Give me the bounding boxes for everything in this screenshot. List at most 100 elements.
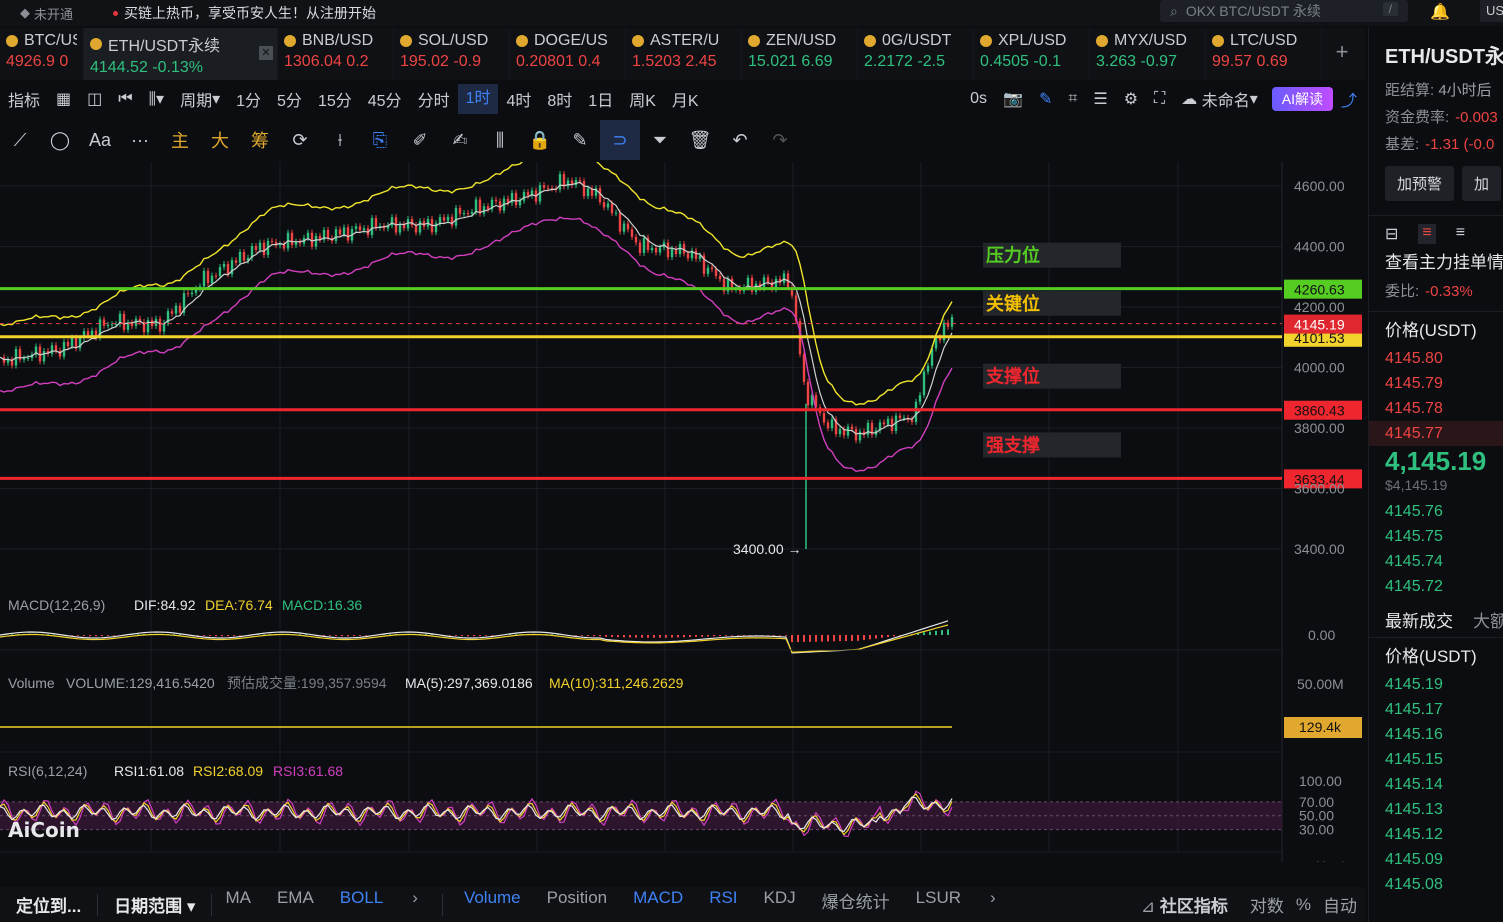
bell-icon[interactable]: 🔔	[1430, 2, 1450, 22]
ruler-icon[interactable]: ✐	[400, 130, 440, 151]
large-order-button[interactable]: 大	[200, 127, 240, 153]
chips-button[interactable]: 筹	[240, 127, 280, 153]
interval-option[interactable]: 1时	[457, 84, 499, 114]
price-row[interactable]: 4145.80	[1369, 346, 1503, 371]
chevron-right-icon[interactable]: ›	[974, 888, 1012, 922]
rewind-icon[interactable]: ⏮	[110, 90, 140, 108]
undo-icon[interactable]: ↶	[720, 130, 760, 151]
price-chart[interactable]: 压力位4260.63关键位4101.53支撑位3860.43强支撑3633.44…	[0, 162, 1365, 862]
ticker-tab[interactable]: BNB/USD 1306.04 0.2	[278, 28, 394, 80]
interval-option[interactable]: 1日	[580, 84, 621, 114]
date-range-dropdown[interactable]: 日期范围 ▾	[98, 892, 211, 917]
share-icon[interactable]: ⤴	[1333, 87, 1365, 111]
settings-icon[interactable]: ⚙	[1116, 89, 1146, 109]
candles-icon[interactable]: ⫼	[480, 130, 520, 151]
indicator-shortcut[interactable]: KDJ	[751, 888, 809, 922]
auto-scale-toggle[interactable]: 自动	[1317, 892, 1365, 917]
price-row[interactable]: 4145.09	[1369, 847, 1503, 872]
indicator-shortcut[interactable]: LSUR	[903, 888, 974, 922]
brush-icon[interactable]: ✍	[440, 130, 480, 151]
price-row[interactable]: 4145.75	[1369, 524, 1503, 549]
chart-type-icon[interactable]: ⫼▾	[141, 89, 172, 109]
interval-option[interactable]: 5分	[269, 84, 310, 114]
pen-icon[interactable]: ✎	[1031, 89, 1060, 109]
price-row[interactable]: 4145.14	[1369, 772, 1503, 797]
ticker-tab[interactable]: ASTER/U 1.5203 2.45	[626, 28, 742, 80]
list-icon[interactable]: ☰	[1085, 89, 1115, 109]
interval-option[interactable]: 15分	[310, 84, 360, 114]
bookmark-icon[interactable]: ⎘	[360, 130, 400, 151]
interval-option[interactable]: 1分	[228, 84, 269, 114]
indicator-shortcut[interactable]: MA	[212, 888, 264, 922]
add-tab-icon[interactable]: +	[1322, 28, 1362, 80]
price-row[interactable]: 4145.72	[1369, 574, 1503, 599]
chevron-right-icon[interactable]: ›	[396, 888, 434, 922]
price-row[interactable]: 4145.16	[1369, 722, 1503, 747]
locate-button[interactable]: 定位到...	[0, 892, 97, 917]
calendar-icon[interactable]: ▦	[48, 89, 79, 109]
price-row[interactable]: 4145.76	[1369, 499, 1503, 524]
region-selector[interactable]: US	[1480, 0, 1503, 22]
ticker-tab[interactable]: BTC/USD 4926.9 0	[0, 28, 84, 80]
book-sell-icon[interactable]: ≡	[1456, 224, 1465, 244]
trades-tab[interactable]: 最新成交	[1369, 607, 1453, 637]
note-icon[interactable]: ✎	[560, 130, 600, 151]
book-both-icon[interactable]: ⊟	[1385, 224, 1398, 244]
add-button[interactable]: 加	[1462, 166, 1502, 201]
indicator-shortcut[interactable]: Position	[534, 888, 620, 922]
price-row[interactable]: 4145.15	[1369, 747, 1503, 772]
ticker-tab[interactable]: LTC/USD 99.57 0.69	[1206, 28, 1322, 80]
indicator-shortcut[interactable]: RSI	[696, 888, 750, 922]
interval-option[interactable]: 4时	[498, 84, 539, 114]
price-row[interactable]: 4145.79	[1369, 371, 1503, 396]
interval-option[interactable]: 周K	[621, 84, 664, 114]
book-buy-icon[interactable]: ≡	[1418, 224, 1436, 244]
period-dropdown[interactable]: 周期 ▾	[172, 87, 228, 111]
price-row[interactable]: 4145.17	[1369, 697, 1503, 722]
indicators-button[interactable]: 指标	[0, 87, 48, 111]
ai-analysis-button[interactable]: AI解读	[1271, 87, 1333, 111]
indicator-shortcut[interactable]: Volume	[451, 888, 534, 922]
large-trades-tab[interactable]: 大额	[1473, 607, 1503, 637]
compare-icon[interactable]: ◫	[79, 89, 110, 109]
more-tools-button[interactable]: ···	[120, 130, 160, 151]
fullscreen-icon[interactable]: ⛶	[1146, 90, 1173, 108]
text-tool-button[interactable]: Aa	[80, 130, 120, 151]
indicator-shortcut[interactable]: MACD	[620, 888, 696, 922]
interval-option[interactable]: 月K	[664, 84, 707, 114]
interval-option[interactable]: 分时	[410, 84, 458, 114]
refresh-tool-icon[interactable]: ⟳	[280, 130, 320, 151]
price-row[interactable]: 4145.08	[1369, 872, 1503, 897]
ticker-tab[interactable]: XPL/USD 0.4505 -0.1	[974, 28, 1090, 80]
ticker-tab[interactable]: DOGE/US 0.20801 0.4	[510, 28, 626, 80]
price-row[interactable]: 4145.74	[1369, 549, 1503, 574]
ticker-tab[interactable]: ETH/USDT永续 4144.52 -0.13% ✕	[84, 28, 278, 80]
main-force-button[interactable]: 主	[160, 127, 200, 153]
ticker-tab[interactable]: MYX/USD 3.263 -0.97	[1090, 28, 1206, 80]
indicator-shortcut[interactable]: BOLL	[327, 888, 396, 922]
community-indicators-button[interactable]: ⊿ 社区指标	[1125, 892, 1244, 917]
news-text[interactable]: 买链上热币，享受币安人生！从注册开始	[124, 3, 376, 23]
close-tab-icon[interactable]: ✕	[259, 46, 273, 60]
ticker-tab[interactable]: 0G/USDT 2.2172 -2.5	[858, 28, 974, 80]
trash-icon[interactable]: 🗑	[680, 130, 720, 151]
crop-icon[interactable]: ⌗	[1060, 90, 1085, 108]
indicator-shortcut[interactable]: EMA	[264, 888, 327, 922]
search-input[interactable]: ⌕ OKX BTC/USDT 永续 /	[1160, 0, 1408, 22]
redo-icon[interactable]: ↷	[760, 130, 800, 151]
percent-toggle[interactable]: %	[1290, 895, 1317, 915]
news-ticker[interactable]: 买链上热币，享受币安人生！从注册开始	[113, 3, 376, 23]
indicator-shortcut[interactable]: 爆仓统计	[809, 888, 903, 922]
magnet-icon[interactable]: ⊃	[600, 120, 640, 160]
measure-tool-icon[interactable]: ⟊	[320, 130, 360, 151]
orderbook-title[interactable]: 查看主力挂单情	[1369, 248, 1503, 278]
interval-option[interactable]: 8时	[539, 84, 580, 114]
camera-icon[interactable]: 📷	[995, 89, 1031, 109]
price-row[interactable]: 4145.78	[1369, 396, 1503, 421]
circle-tool-icon[interactable]: ◯	[40, 130, 80, 151]
layout-dropdown[interactable]: ☁ 未命名 ▾	[1173, 87, 1266, 111]
line-tool-icon[interactable]: ⟋	[0, 130, 40, 151]
price-row[interactable]: 4145.77	[1369, 421, 1503, 446]
log-scale-toggle[interactable]: 对数	[1244, 892, 1290, 917]
ticker-tab[interactable]: ZEN/USD 15.021 6.69	[742, 28, 858, 80]
